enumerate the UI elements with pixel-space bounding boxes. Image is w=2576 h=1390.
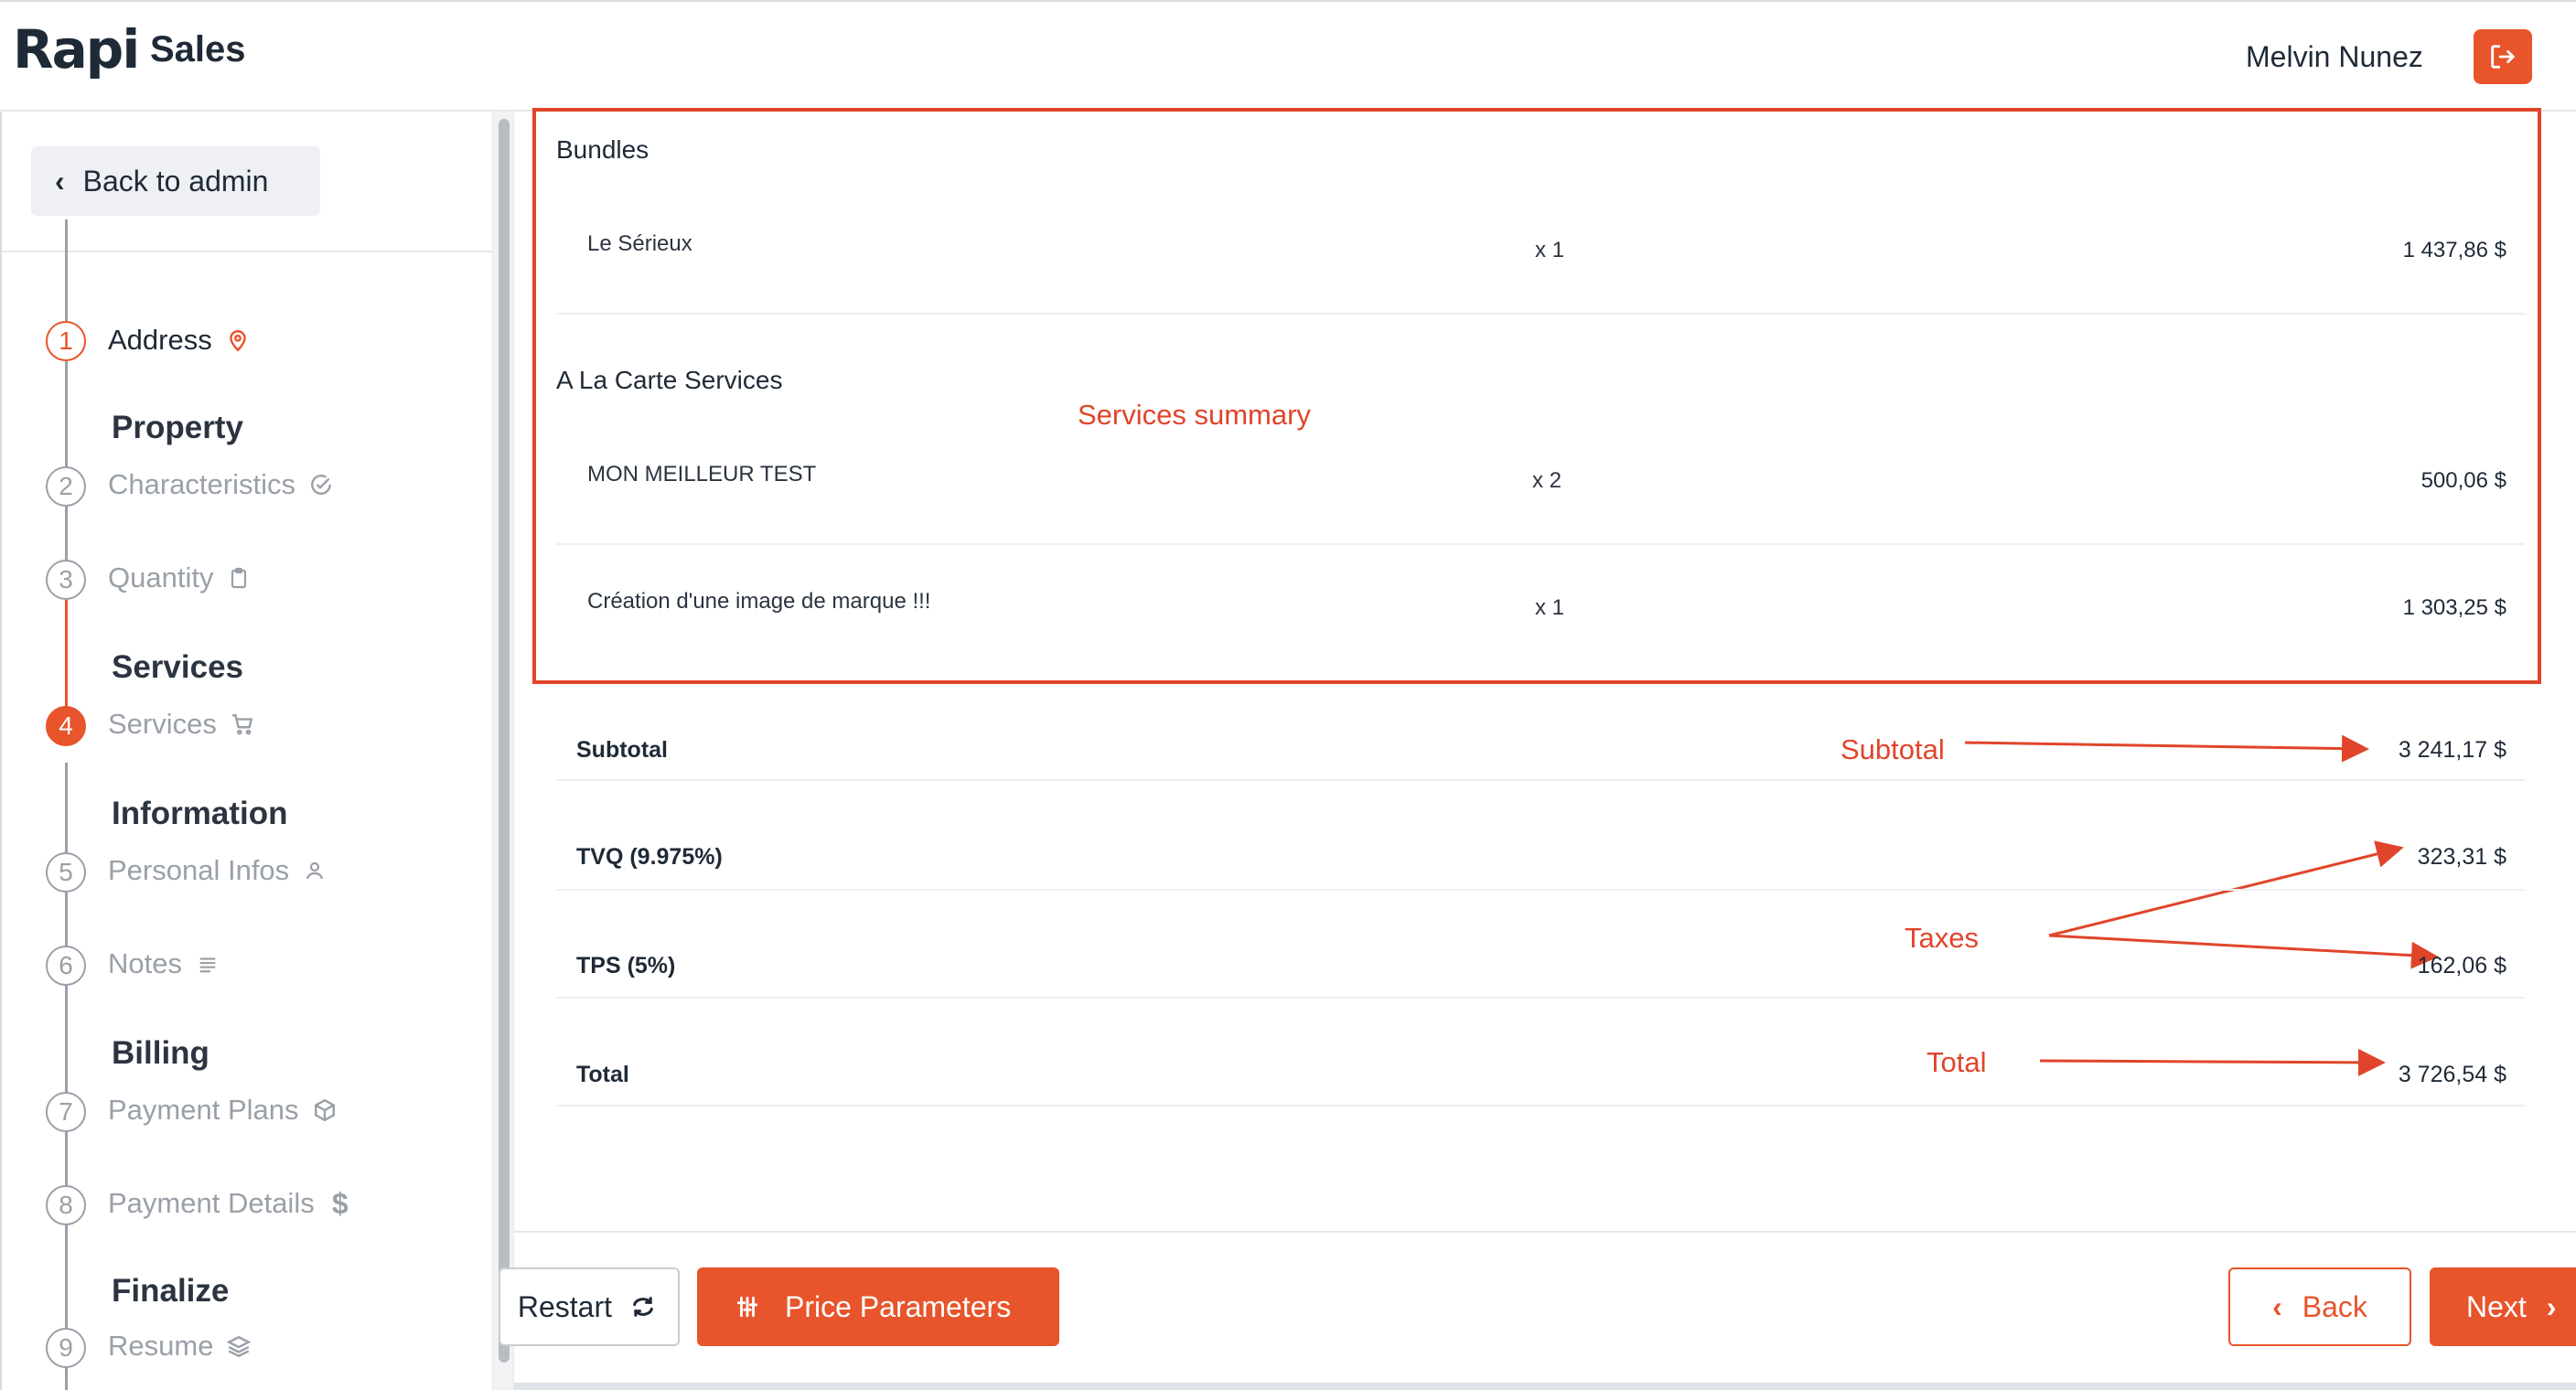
bundle-name: Le Sérieux <box>587 231 692 256</box>
row-divider <box>556 543 2525 545</box>
tps-value: 162,06 $ <box>2417 953 2506 978</box>
back-to-admin-label: Back to admin <box>82 164 269 198</box>
sidebar-step-quantity[interactable]: Quantity <box>108 561 252 594</box>
alacarte-title: A La Carte Services <box>556 366 783 394</box>
section-title-billing: Billing <box>112 1035 209 1071</box>
app-logo[interactable]: Rapi <box>13 18 140 80</box>
bundles-title: Bundles <box>556 135 649 164</box>
dollar-icon: $ <box>331 1186 349 1220</box>
sidebar-step-address[interactable]: Address <box>108 324 251 357</box>
sidebar-divider <box>2 251 492 252</box>
service-qty: x 1 <box>1535 595 1565 620</box>
service-price: 500,06 $ <box>2420 468 2506 493</box>
annotation-subtotal: Subtotal <box>1841 733 1945 765</box>
section-title-finalize: Finalize <box>112 1273 230 1309</box>
stepper-sidebar: ‹ Back to admin 1 Address Property 2 Cha… <box>0 112 492 1390</box>
notes-icon <box>195 951 220 977</box>
restart-button[interactable]: Restart <box>499 1267 680 1346</box>
step-label: Services <box>108 708 217 740</box>
service-name: Création d'une image de marque !!! <box>587 589 931 614</box>
annotation-services-summary: Services summary <box>1078 399 1311 431</box>
chevron-right-icon: › <box>2546 1289 2557 1323</box>
step-7-circle: 7 <box>46 1092 86 1132</box>
step-3-circle: 3 <box>46 560 86 600</box>
price-parameters-label: Price Parameters <box>785 1289 1012 1323</box>
total-value: 3 726,54 $ <box>2398 1062 2506 1087</box>
step-label: Characteristics <box>108 468 295 500</box>
service-price: 1 303,25 $ <box>2402 595 2506 620</box>
step-2-circle: 2 <box>46 466 86 507</box>
row-divider <box>556 1105 2525 1107</box>
footer-bottom-strip <box>514 1383 2576 1390</box>
back-label: Back <box>2302 1289 2367 1323</box>
tps-label: TPS (5%) <box>576 953 676 978</box>
row-divider <box>556 313 2525 315</box>
user-icon <box>302 858 327 883</box>
cart-icon <box>230 711 255 737</box>
section-title-property: Property <box>112 410 243 445</box>
tvq-value: 323,31 $ <box>2417 844 2506 870</box>
back-button[interactable]: ‹ Back <box>2228 1267 2411 1346</box>
section-title-services: Services <box>112 649 244 685</box>
bundle-qty: x 1 <box>1535 238 1565 262</box>
location-pin-icon <box>225 327 251 353</box>
step-label: Personal Infos <box>108 854 290 886</box>
step-label: Resume <box>108 1330 214 1362</box>
user-name: Melvin Nunez <box>2246 40 2423 73</box>
row-divider <box>556 779 2525 781</box>
sidebar-step-resume[interactable]: Resume <box>108 1330 252 1363</box>
logout-button[interactable] <box>2474 29 2532 84</box>
chevron-left-icon: ‹ <box>2272 1289 2282 1323</box>
step-6-circle: 6 <box>46 946 86 986</box>
sidebar-step-services[interactable]: Services <box>108 708 255 741</box>
back-to-admin-button[interactable]: ‹ Back to admin <box>31 146 320 216</box>
step-label: Quantity <box>108 561 214 593</box>
clipboard-icon <box>226 565 252 591</box>
step-9-circle: 9 <box>46 1328 86 1368</box>
sliders-icon <box>736 1296 758 1318</box>
sidebar-scrollbar[interactable] <box>492 112 514 1390</box>
app-header: Rapi Sales Melvin Nunez <box>0 0 2576 112</box>
sidebar-step-characteristics[interactable]: Characteristics <box>108 468 334 501</box>
step-label: Payment Details <box>108 1187 315 1219</box>
step-label: Payment Plans <box>108 1094 299 1126</box>
refresh-icon <box>633 1297 653 1317</box>
restart-label: Restart <box>517 1289 612 1323</box>
sidebar-step-notes[interactable]: Notes <box>108 947 220 980</box>
step-label: Notes <box>108 947 182 979</box>
service-qty: x 2 <box>1532 468 1562 493</box>
bundle-price: 1 437,86 $ <box>2402 238 2506 262</box>
step-4-circle: 4 <box>46 706 86 746</box>
step-label: Address <box>108 324 212 356</box>
annotation-taxes: Taxes <box>1905 922 1979 954</box>
section-title-information: Information <box>112 796 288 831</box>
logout-icon <box>2491 45 2515 69</box>
sidebar-step-payment-details[interactable]: Payment Details $ <box>108 1187 353 1220</box>
next-button[interactable]: Next › <box>2430 1267 2576 1346</box>
sidebar-step-payment-plans[interactable]: Payment Plans <box>108 1094 338 1127</box>
check-circle-icon <box>308 472 334 497</box>
app-title: Sales <box>150 29 246 70</box>
chevron-left-icon: ‹ <box>55 164 65 198</box>
subtotal-value: 3 241,17 $ <box>2398 737 2506 763</box>
layers-icon <box>226 1333 252 1359</box>
price-parameters-button[interactable]: Price Parameters <box>697 1267 1059 1346</box>
annotation-total: Total <box>1927 1046 1987 1078</box>
scrollbar-thumb[interactable] <box>499 119 510 1363</box>
sidebar-step-personal-infos[interactable]: Personal Infos <box>108 854 327 887</box>
step-5-circle: 5 <box>46 852 86 893</box>
box-icon <box>312 1097 338 1123</box>
row-divider <box>556 997 2525 999</box>
tvq-label: TVQ (9.975%) <box>576 844 723 870</box>
step-1-circle: 1 <box>46 321 86 361</box>
subtotal-label: Subtotal <box>576 737 668 763</box>
total-label: Total <box>576 1062 629 1087</box>
step-8-circle: 8 <box>46 1185 86 1225</box>
row-divider <box>556 889 2525 891</box>
timeline-line <box>65 219 68 326</box>
next-label: Next <box>2466 1289 2527 1323</box>
service-name: MON MEILLEUR TEST <box>587 462 817 486</box>
